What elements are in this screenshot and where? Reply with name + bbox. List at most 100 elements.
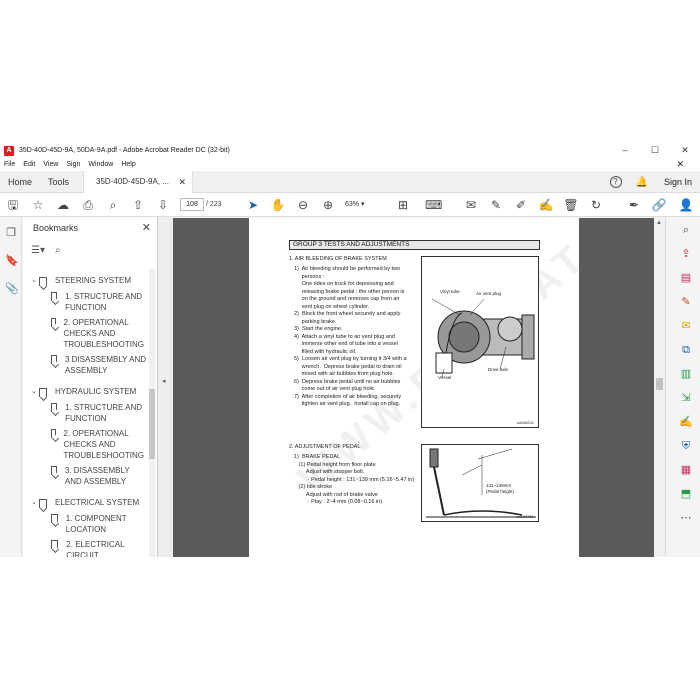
attachments-icon[interactable]: 📎: [5, 283, 19, 295]
menu-edit[interactable]: Edit: [23, 161, 35, 168]
organize-pages-icon[interactable]: ▥: [679, 367, 693, 381]
bookmark-label: 2. OPERATIONAL CHECKS AND TROUBLESHOOTIN…: [63, 318, 144, 349]
more-tools-icon[interactable]: ⬒: [679, 487, 693, 501]
step-line: vent plug on wheel cylinder.: [294, 303, 370, 310]
bookmark-section[interactable]: ⌄ STEERING SYSTEM: [23, 269, 148, 291]
export-pdf-icon[interactable]: ⇪: [679, 247, 693, 261]
fit-page-icon[interactable]: ⊞: [395, 197, 411, 213]
bookmark-item[interactable]: 1. COMPONENT LOCATION: [23, 513, 148, 535]
share-user-icon[interactable]: 👤: [678, 197, 694, 213]
bookmark-label: 1. STRUCTURE AND FUNCTION: [65, 403, 143, 423]
document-viewport[interactable]: WWW.EPC-DATA.COM GROUP 3 TESTS AND ADJUS…: [173, 218, 665, 557]
step-line: parking brake.: [294, 318, 337, 325]
page-up-icon[interactable]: ⇧: [130, 197, 146, 213]
collapse-panel-icon[interactable]: ◂: [162, 377, 166, 385]
edit-pdf-icon[interactable]: ✎: [679, 295, 693, 309]
notification-bell-icon[interactable]: 🔔: [636, 177, 648, 188]
bookmark-item[interactable]: 2. ELECTRICAL CIRCUIT: [23, 539, 148, 557]
highlight-pen-icon[interactable]: ✎: [488, 197, 504, 213]
chevron-down-icon[interactable]: ⌄: [29, 498, 39, 506]
save-icon[interactable]: 🖫: [5, 197, 21, 213]
menu-file[interactable]: File: [4, 161, 15, 168]
rotate-icon[interactable]: ↻: [588, 197, 604, 213]
zoom-level-select[interactable]: 63% ▾: [345, 198, 385, 211]
bookmarks-scrollbar[interactable]: [149, 269, 155, 557]
scroll-up-icon[interactable]: ▲: [656, 220, 662, 226]
bookmark-star-icon[interactable]: ☆: [30, 197, 46, 213]
pedal-line: 1) BRAKE PEDAL: [294, 454, 341, 460]
tab-close-icon[interactable]: ✕: [178, 171, 186, 193]
left-nav-rail: ❐ 🔖 📎: [0, 217, 22, 557]
step-line: releasing brake pedal : the other person…: [294, 288, 405, 295]
compress-pdf-icon[interactable]: ⇲: [679, 391, 693, 405]
zoom-level-value: 63%: [345, 201, 360, 208]
menu-sign[interactable]: Sign: [66, 161, 80, 168]
bookmark-section[interactable]: ⌄ HYDRAULIC SYSTEM: [23, 380, 148, 402]
bookmarks-title: Bookmarks: [33, 223, 79, 233]
comment-tool-icon[interactable]: ✉: [679, 319, 693, 333]
document-scroll-thumb[interactable]: [656, 378, 663, 390]
sign-in-button[interactable]: Sign In: [664, 177, 692, 187]
drive-axle-drawing: [431, 298, 535, 378]
menu-view[interactable]: View: [43, 161, 58, 168]
keyboard-icon[interactable]: ⌨: [425, 197, 442, 213]
help-icon[interactable]: ?: [609, 176, 622, 188]
bookmarks-close-icon[interactable]: ✕: [142, 221, 151, 234]
search-tools-icon[interactable]: ⌕: [679, 223, 693, 237]
bookmark-item[interactable]: 1. STRUCTURE AND FUNCTION: [23, 402, 148, 424]
bookmark-options-icon[interactable]: ☰▾: [31, 245, 45, 256]
more-options-icon[interactable]: ⋯: [679, 511, 693, 525]
bookmark-icon: [51, 514, 58, 523]
bookmarks-toolbar: ☰▾ ⌕: [31, 245, 71, 256]
create-pdf-icon[interactable]: ▤: [679, 271, 693, 285]
minimize-button[interactable]: –: [610, 143, 640, 158]
bookmarks-panel-icon[interactable]: 🔖: [5, 255, 19, 267]
page-thumbnails-icon[interactable]: ❐: [5, 227, 17, 239]
menu-window[interactable]: Window: [88, 161, 113, 168]
bookmark-section[interactable]: ⌄ ELECTRICAL SYSTEM: [23, 491, 148, 513]
menu-help[interactable]: Help: [121, 161, 135, 168]
sign-pen-icon[interactable]: ✒: [626, 197, 642, 213]
zoom-out-icon[interactable]: ⊖: [295, 197, 311, 213]
close-button[interactable]: ✕: [670, 143, 700, 158]
page-down-icon[interactable]: ⇩: [155, 197, 171, 213]
zoom-in-icon[interactable]: ⊕: [320, 197, 336, 213]
bookmark-item[interactable]: 2. OPERATIONAL CHECKS AND TROUBLESHOOTIN…: [23, 317, 148, 350]
bookmark-icon: [51, 355, 57, 364]
bookmark-item[interactable]: 3. DISASSEMBLY AND ASSEMBLY: [23, 465, 148, 487]
stamp-icon[interactable]: ✍: [538, 197, 554, 213]
tab-tools[interactable]: Tools: [40, 171, 77, 193]
select-cursor-icon[interactable]: ➤: [245, 197, 261, 213]
document-scrollbar[interactable]: ▲: [654, 218, 665, 557]
bookmark-item[interactable]: 1. STRUCTURE AND FUNCTION: [23, 291, 148, 313]
draw-icon[interactable]: ✐: [513, 197, 529, 213]
comment-icon[interactable]: ✉: [463, 197, 479, 213]
bookmark-item[interactable]: 3 DISASSEMBLY AND ASSEMBLY: [23, 354, 148, 376]
print-icon[interactable]: ⎙: [80, 197, 96, 213]
bookmark-list: ⌄ STEERING SYSTEM 1. STRUCTURE AND FUNCTIO…: [23, 269, 148, 558]
step-line: wrench. Depress brake pedal to drain oil: [294, 363, 402, 370]
page-number-input[interactable]: 108: [180, 198, 204, 211]
close-document-button[interactable]: ✕: [676, 158, 684, 171]
zoom-search-icon[interactable]: ⌕: [105, 197, 121, 213]
tab-document[interactable]: 35D-40D-45D-9A, ... ✕: [83, 170, 194, 193]
combine-files-icon[interactable]: ⧉: [679, 343, 693, 357]
fill-sign-icon[interactable]: ✍: [679, 415, 693, 429]
bookmark-search-icon[interactable]: ⌕: [55, 245, 61, 256]
chevron-down-icon[interactable]: ⌄: [29, 276, 39, 284]
maximize-button[interactable]: ☐: [640, 143, 670, 158]
pedal-line: Adjust with rod of brake valve: [294, 491, 378, 498]
hand-tool-icon[interactable]: ✋: [270, 197, 286, 213]
label-vessel: Vessel: [438, 375, 452, 380]
prepare-form-icon[interactable]: ▦: [679, 463, 693, 477]
protect-icon[interactable]: ⛨: [679, 439, 693, 453]
bookmarks-scroll-thumb[interactable]: [149, 389, 155, 459]
bookmark-icon: [51, 466, 57, 475]
bookmark-item[interactable]: 2. OPERATIONAL CHECKS AND TROUBLESHOOTIN…: [23, 428, 148, 461]
panel-splitter[interactable]: ◂: [158, 217, 173, 557]
chevron-down-icon[interactable]: ⌄: [29, 387, 39, 395]
share-link-icon[interactable]: 🔗: [651, 197, 667, 213]
tab-home[interactable]: Home: [0, 171, 40, 193]
delete-icon[interactable]: 🗑: [563, 197, 579, 213]
upload-cloud-icon[interactable]: ☁: [55, 197, 71, 213]
